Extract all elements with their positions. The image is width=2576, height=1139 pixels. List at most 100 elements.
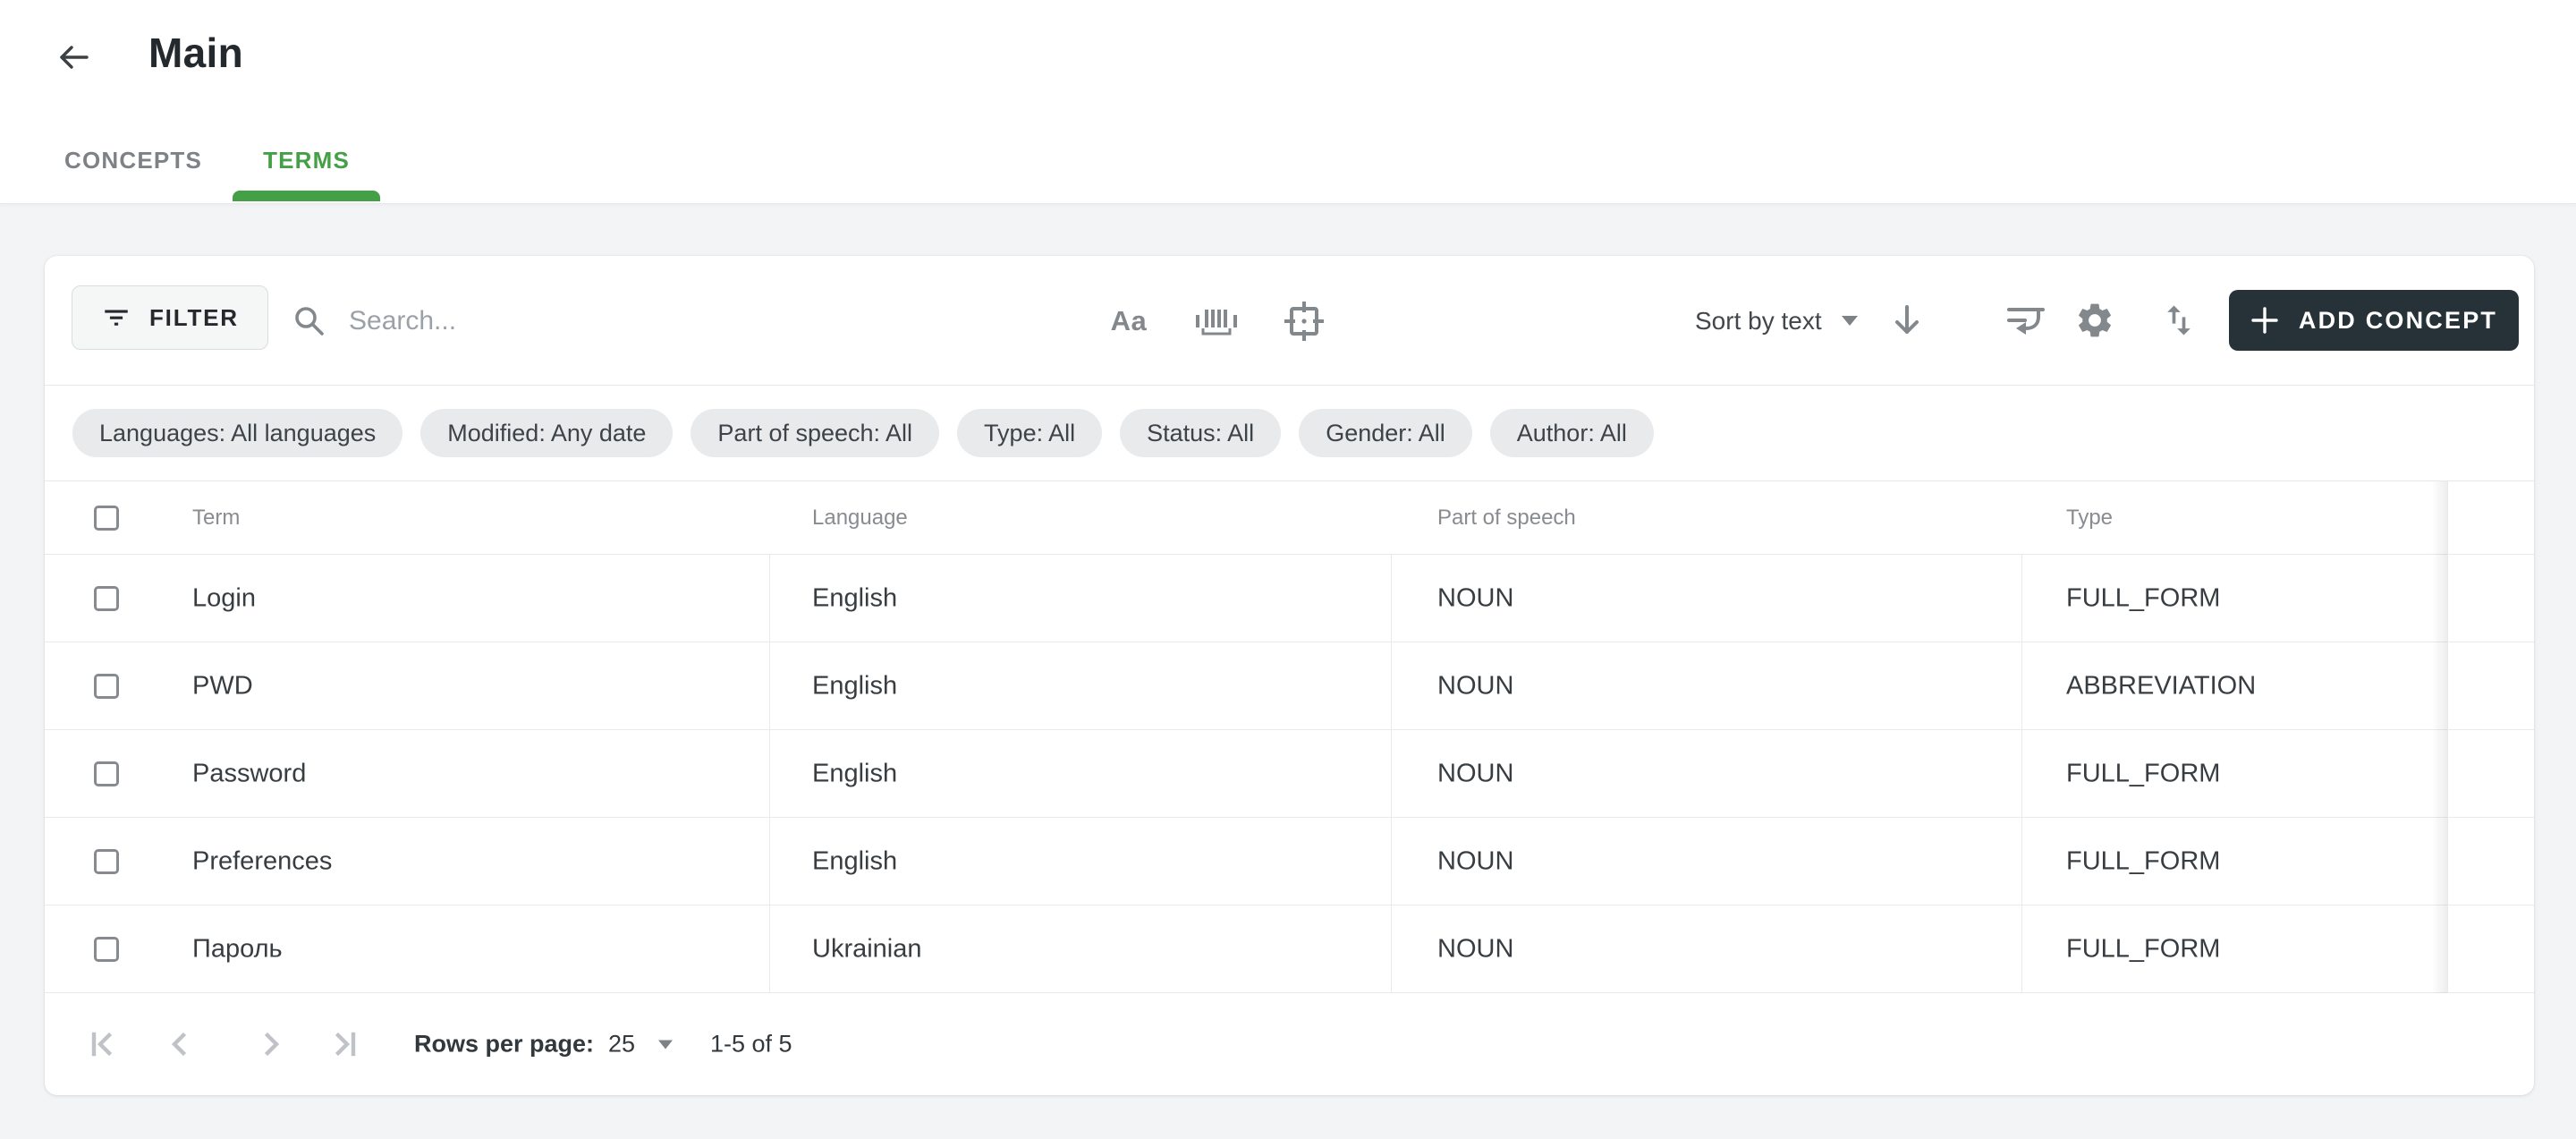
filter-chip-label: Part of speech: All	[717, 420, 912, 447]
settings-gear-icon	[2074, 300, 2115, 341]
filter-chip[interactable]: Languages: All languages	[72, 409, 402, 457]
filter-button-label: FILTER	[149, 304, 239, 332]
add-concept-button[interactable]: ADD CONCEPT	[2229, 290, 2519, 351]
part-of-speech-cell: NOUN	[1437, 671, 1513, 701]
match-case-icon: Aa	[1111, 305, 1148, 337]
filter-button[interactable]: FILTER	[72, 285, 268, 350]
sort-by-select[interactable]: Sort by text	[1695, 256, 1858, 386]
table-row[interactable]: Preferences English NOUN FULL_FORM	[45, 818, 2534, 905]
chevron-down-icon	[658, 1040, 673, 1049]
table-row[interactable]: PWD English NOUN ABBREVIATION	[45, 642, 2534, 730]
filter-chip-label: Languages: All languages	[99, 420, 376, 447]
column-header-part-of-speech[interactable]: Part of speech	[1437, 506, 1576, 531]
row-checkbox[interactable]	[94, 937, 119, 962]
filter-chip[interactable]: Gender: All	[1299, 409, 1472, 457]
wrap-text-button[interactable]	[1999, 293, 2053, 347]
pagination-range: 1-5 of 5	[710, 1031, 792, 1058]
settings-button[interactable]	[2068, 293, 2122, 347]
table-row[interactable]: Login English NOUN FULL_FORM	[45, 555, 2534, 642]
rows-per-page-label: Rows per page:	[414, 1031, 594, 1058]
filter-chip-label: Type: All	[984, 420, 1075, 447]
column-divider	[1391, 555, 1392, 993]
term-cell: Preferences	[192, 846, 332, 876]
match-case-button[interactable]: Aa	[1102, 294, 1156, 348]
row-checkbox[interactable]	[94, 761, 119, 786]
rows-per-page-select[interactable]: 25	[608, 1031, 673, 1058]
active-tab-indicator	[233, 191, 380, 201]
search-options: Aa	[1102, 256, 1331, 386]
select-area-button[interactable]	[1277, 294, 1331, 348]
type-cell: ABBREVIATION	[2066, 671, 2256, 701]
filter-chip[interactable]: Status: All	[1120, 409, 1281, 457]
column-divider	[2021, 555, 2022, 993]
filter-chip-label: Gender: All	[1326, 420, 1445, 447]
next-page-button[interactable]	[250, 1024, 292, 1065]
pagination-bar: Rows per page: 25 1-5 of 5	[45, 993, 2534, 1095]
tab-concepts[interactable]: CONCEPTS	[34, 117, 233, 203]
language-cell: English	[812, 671, 897, 701]
search-icon	[292, 303, 327, 339]
whole-word-button[interactable]	[1190, 294, 1243, 348]
terms-card: FILTER Aa	[45, 256, 2534, 1095]
last-page-button[interactable]	[324, 1024, 365, 1065]
part-of-speech-cell: NOUN	[1437, 846, 1513, 876]
filter-chip-label: Author: All	[1517, 420, 1627, 447]
filter-chip-label: Status: All	[1147, 420, 1254, 447]
terms-page: Main CONCEPTS TERMS FILTER	[0, 0, 2576, 1139]
part-of-speech-cell: NOUN	[1437, 934, 1513, 964]
sort-direction-button[interactable]	[1880, 293, 1934, 347]
whole-word-icon	[1191, 302, 1241, 341]
language-cell: English	[812, 583, 897, 613]
term-cell: PWD	[192, 671, 253, 701]
type-cell: FULL_FORM	[2066, 934, 2220, 964]
filter-chip[interactable]: Type: All	[957, 409, 1102, 457]
arrow-down-icon	[1888, 302, 1926, 339]
language-cell: English	[812, 846, 897, 876]
page-header: Main CONCEPTS TERMS	[0, 0, 2576, 204]
term-cell: Пароль	[192, 934, 283, 964]
pinned-column-divider	[2447, 481, 2448, 993]
table-header-row: Term Language Part of speech Type	[45, 481, 2534, 555]
tab-terms[interactable]: TERMS	[233, 117, 380, 203]
tab-concepts-label: CONCEPTS	[64, 147, 202, 174]
tab-terms-label: TERMS	[263, 147, 350, 174]
table-row[interactable]: Пароль Ukrainian NOUN FULL_FORM	[45, 905, 2534, 993]
filter-chip[interactable]: Part of speech: All	[691, 409, 939, 457]
part-of-speech-cell: NOUN	[1437, 583, 1513, 613]
column-divider	[769, 555, 770, 993]
last-page-icon	[328, 1028, 360, 1060]
chevron-down-icon	[1842, 316, 1858, 326]
column-header-language[interactable]: Language	[812, 506, 908, 531]
next-page-icon	[255, 1028, 287, 1060]
table-body: Login English NOUN FULL_FORM PWD English…	[45, 555, 2534, 993]
type-cell: FULL_FORM	[2066, 583, 2220, 613]
filter-chip[interactable]: Author: All	[1490, 409, 1654, 457]
back-button[interactable]	[52, 36, 95, 79]
part-of-speech-cell: NOUN	[1437, 759, 1513, 788]
rows-per-page-value: 25	[608, 1031, 635, 1058]
plus-icon	[2250, 306, 2279, 335]
filter-chip[interactable]: Modified: Any date	[420, 409, 673, 457]
column-header-type[interactable]: Type	[2066, 506, 2113, 531]
filter-chips-row: Languages: All languages Modified: Any d…	[45, 386, 2534, 481]
row-checkbox[interactable]	[94, 849, 119, 874]
filter-chip-label: Modified: Any date	[447, 420, 646, 447]
select-all-checkbox[interactable]	[94, 506, 119, 531]
row-checkbox[interactable]	[94, 674, 119, 699]
arrow-left-icon	[55, 38, 92, 76]
toolbar: FILTER Aa	[45, 256, 2534, 386]
first-page-button[interactable]	[82, 1024, 123, 1065]
add-concept-label: ADD CONCEPT	[2299, 307, 2497, 335]
row-checkbox[interactable]	[94, 586, 119, 611]
table-row[interactable]: Password English NOUN FULL_FORM	[45, 730, 2534, 818]
term-cell: Login	[192, 583, 256, 613]
search-input[interactable]	[349, 294, 1097, 348]
language-cell: English	[812, 759, 897, 788]
previous-page-button[interactable]	[159, 1024, 200, 1065]
sort-by-label: Sort by text	[1695, 307, 1822, 336]
tab-bar: CONCEPTS TERMS	[34, 117, 380, 203]
type-cell: FULL_FORM	[2066, 759, 2220, 788]
import-export-button[interactable]	[2152, 293, 2206, 347]
column-header-term[interactable]: Term	[192, 506, 240, 531]
filter-icon	[101, 302, 131, 333]
